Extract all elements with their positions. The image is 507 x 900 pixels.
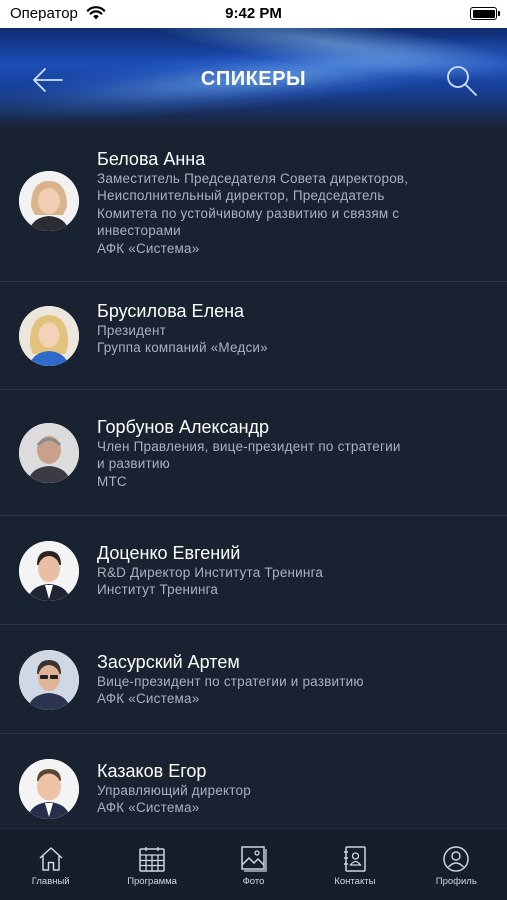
tab-home[interactable]: Главный — [0, 829, 101, 900]
speaker-role: Управляющий директор — [97, 783, 251, 798]
contacts-book-icon — [343, 846, 366, 872]
speaker-name: Казаков Егор — [97, 761, 207, 781]
list-item[interactable]: Засурский Артем Вице-президент по страте… — [0, 625, 507, 734]
speaker-name: Белова Анна — [97, 149, 206, 169]
status-bar: Оператор 9:42 PM — [0, 0, 507, 28]
avatar — [19, 306, 79, 366]
tab-program[interactable]: Программа — [101, 829, 202, 900]
avatar — [19, 423, 79, 483]
home-icon — [39, 847, 63, 871]
tab-profile[interactable]: Профиль — [406, 829, 507, 900]
photo-icon — [241, 846, 268, 872]
speaker-name: Засурский Артем — [97, 652, 240, 672]
tab-contacts[interactable]: Контакты — [304, 829, 405, 900]
speaker-role: Вице-президент по стратегии и развитию — [97, 674, 364, 689]
speaker-company: АФК «Система» — [97, 800, 200, 816]
tab-bar: Главный Программа Фото Контакты Профиль — [0, 828, 507, 900]
page-title: СПИКЕРЫ — [200, 68, 307, 90]
speaker-role: Заместитель Председателя Совета директор… — [97, 171, 409, 239]
speaker-company: АФК «Система» — [97, 240, 200, 256]
tab-label: Профиль — [435, 876, 477, 887]
speaker-role: R&D Директор Института Тренинга — [97, 565, 324, 580]
speaker-company: АФК «Система» — [97, 691, 200, 707]
avatar — [19, 650, 79, 710]
avatar — [19, 171, 79, 231]
calendar-icon — [139, 847, 165, 872]
speaker-company: Группа компаний «Медси» — [97, 340, 268, 356]
tab-label: Фото — [242, 876, 265, 887]
list-item[interactable]: Доценко Евгений R&D Директор Института Т… — [0, 516, 507, 625]
speaker-name: Брусилова Елена — [97, 301, 245, 321]
list-item[interactable]: Горбунов Александр Член Правления, вице-… — [0, 390, 507, 516]
speakers-list: Белова Анна Заместитель Председателя Сов… — [0, 130, 507, 834]
tab-photo[interactable]: Фото — [203, 829, 304, 900]
speaker-role: Президент — [97, 323, 166, 338]
search-icon[interactable] — [443, 62, 479, 98]
speaker-company: Институт Тренинга — [97, 582, 219, 598]
tab-label: Главный — [31, 876, 70, 887]
avatar — [19, 759, 79, 819]
clock: 9:42 PM — [225, 5, 282, 22]
tab-label: Контакты — [334, 876, 376, 887]
tab-label: Программа — [127, 876, 177, 887]
list-item[interactable]: Казаков Егор Управляющий директор АФК «С… — [0, 734, 507, 834]
battery-icon — [470, 7, 500, 20]
speaker-name: Доценко Евгений — [97, 543, 241, 563]
profile-icon — [443, 846, 470, 872]
avatar — [19, 541, 79, 601]
speaker-name: Горбунов Александр — [97, 417, 270, 437]
speaker-company: МТС — [97, 473, 127, 489]
speaker-role: Член Правления, вице-президент по страте… — [97, 439, 401, 472]
nav-header: СПИКЕРЫ — [0, 28, 507, 130]
list-item[interactable]: Брусилова Елена Президент Группа компани… — [0, 282, 507, 390]
list-item[interactable]: Белова Анна Заместитель Председателя Сов… — [0, 130, 507, 282]
